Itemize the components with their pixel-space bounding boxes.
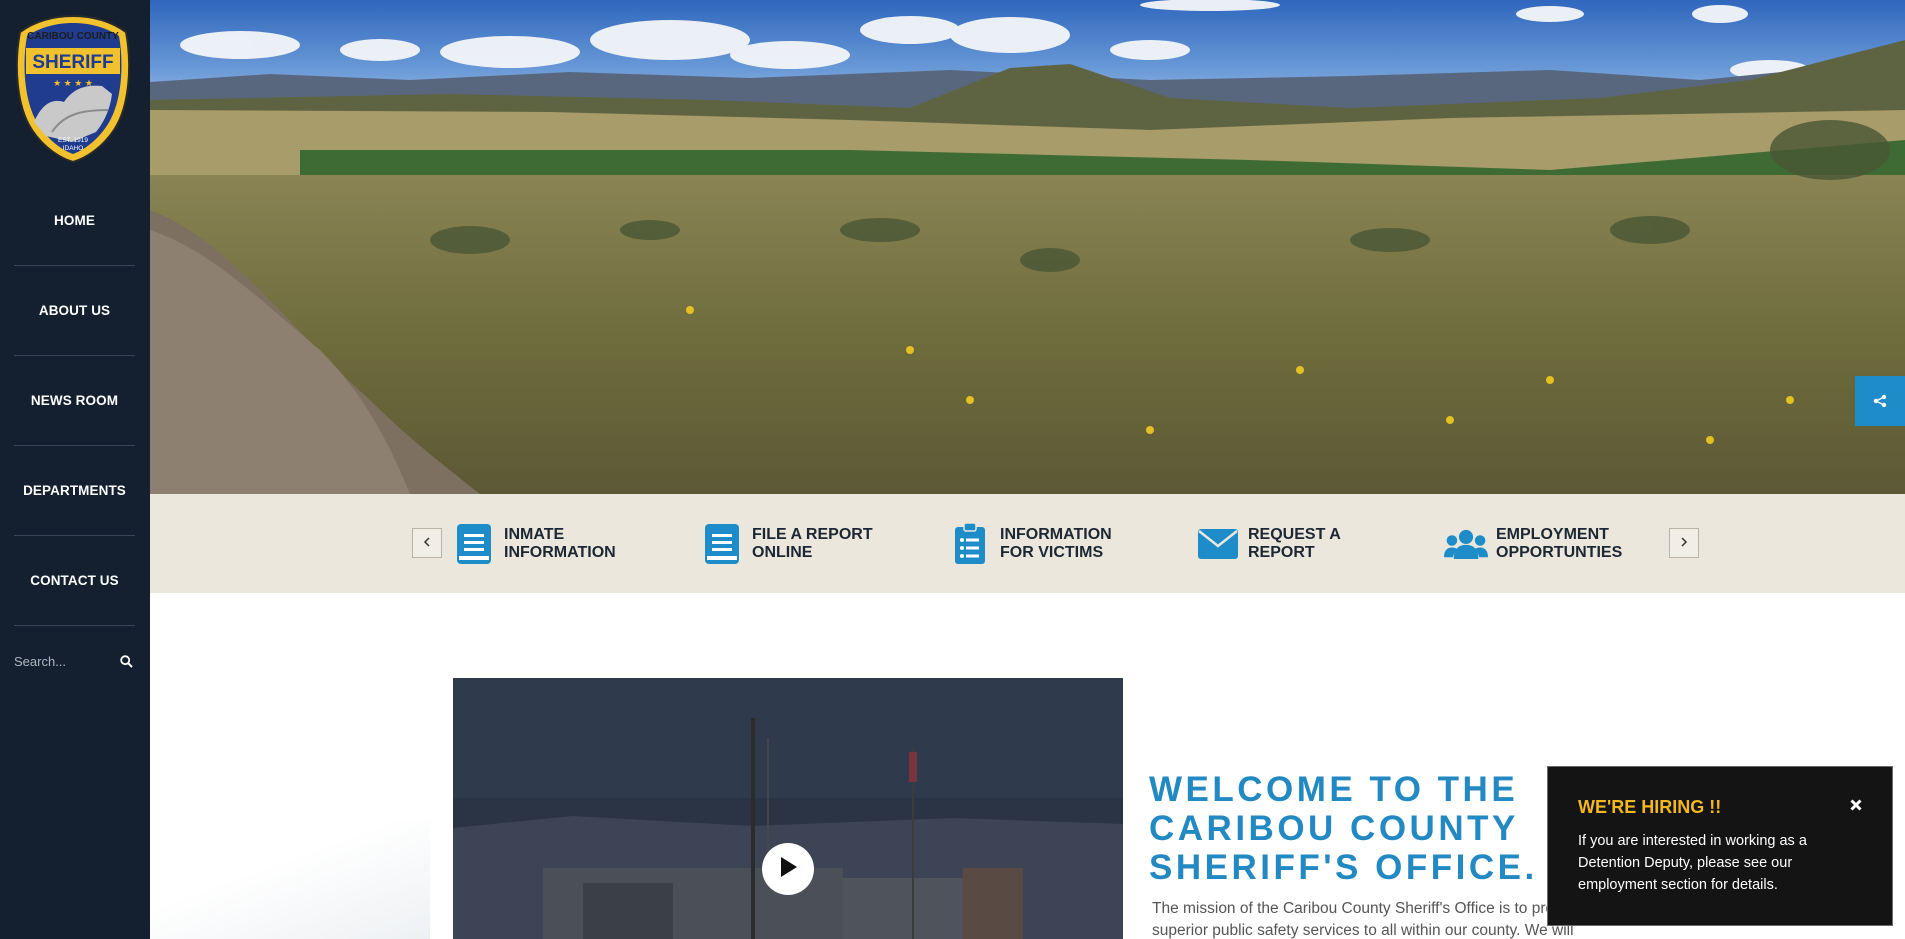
- nav-item-label: ABOUT US: [38, 303, 111, 318]
- hero-banner: [150, 0, 1905, 494]
- quick-link-employment-opportunities[interactable]: EMPLOYMENT OPPORTUNTIES: [1444, 522, 1622, 566]
- document-icon: [452, 522, 496, 566]
- svg-text:SHERIFF: SHERIFF: [32, 52, 113, 73]
- chevron-left-icon: [423, 534, 431, 552]
- play-button[interactable]: [762, 843, 814, 895]
- carousel-prev-button[interactable]: [412, 528, 442, 558]
- quick-link-label: EMPLOYMENT OPPORTUNTIES: [1496, 526, 1623, 561]
- nav-item-news-room[interactable]: NEWS ROOM: [14, 356, 135, 446]
- sidebar: SHERIFF CARIBOU COUNTY ★ ★ ★ ★ EST. 1919…: [0, 0, 150, 939]
- nav-item-label: HOME: [54, 213, 95, 228]
- quick-link-request-report[interactable]: REQUEST A REPORT: [1196, 522, 1341, 566]
- quick-link-information-for-victims[interactable]: INFORMATION FOR VICTIMS: [948, 522, 1112, 566]
- nav-item-about-us[interactable]: ABOUT US: [14, 266, 135, 356]
- svg-text:CARIBOU COUNTY: CARIBOU COUNTY: [27, 31, 119, 42]
- quick-link-file-report-online[interactable]: FILE A REPORT ONLINE: [700, 522, 873, 566]
- background-fade: [150, 820, 430, 939]
- popup-title: WE'RE HIRING !!: [1578, 797, 1722, 817]
- nav-item-label: NEWS ROOM: [30, 393, 119, 408]
- main-nav: HOME ABOUT US NEWS ROOM DEPARTMENTS CONT…: [14, 176, 135, 626]
- svg-text:IDAHO: IDAHO: [63, 145, 84, 152]
- share-icon: [1873, 394, 1887, 408]
- envelope-icon: [1196, 522, 1240, 566]
- hiring-popup: WE'RE HIRING !! If you are interested in…: [1547, 766, 1893, 926]
- welcome-heading: WELCOME TO THE CARIBOU COUNTY SHERIFF'S OF…: [1149, 770, 1538, 887]
- nav-item-contact-us[interactable]: CONTACT US: [14, 536, 135, 626]
- hero-landscape-image: [150, 0, 1905, 494]
- carousel-next-button[interactable]: [1669, 528, 1699, 558]
- nav-item-departments[interactable]: DEPARTMENTS: [14, 446, 135, 536]
- quick-link-label: REQUEST A REPORT: [1248, 526, 1341, 561]
- chevron-right-icon: [1680, 534, 1688, 552]
- document-icon: [700, 522, 744, 566]
- sidebar-search: [14, 645, 135, 677]
- share-button[interactable]: [1855, 376, 1905, 426]
- search-input[interactable]: [14, 653, 106, 669]
- quick-link-label: INFORMATION FOR VICTIMS: [1000, 526, 1112, 561]
- quick-links-carousel: INMATE INFORMATION FILE A REPORT ONLINE IN…: [150, 494, 1905, 593]
- popup-body: If you are interested in working as a De…: [1578, 833, 1807, 893]
- close-icon[interactable]: [1848, 797, 1864, 813]
- sheriff-badge-logo[interactable]: SHERIFF CARIBOU COUNTY ★ ★ ★ ★ EST. 1919…: [12, 14, 134, 164]
- users-icon: [1444, 522, 1488, 566]
- clipboard-list-icon: [948, 522, 992, 566]
- quick-link-label: INMATE INFORMATION: [504, 526, 616, 561]
- quick-link-label: FILE A REPORT ONLINE: [752, 526, 873, 561]
- intro-video[interactable]: [453, 678, 1123, 939]
- quick-link-inmate-information[interactable]: INMATE INFORMATION: [452, 522, 616, 566]
- nav-item-home[interactable]: HOME: [14, 176, 135, 266]
- search-icon[interactable]: [117, 652, 135, 670]
- video-thumbnail-image: [453, 678, 1123, 939]
- nav-item-label: CONTACT US: [30, 573, 119, 588]
- mission-statement: The mission of the Caribou County Sherif…: [1152, 900, 1583, 939]
- nav-item-label: DEPARTMENTS: [23, 483, 126, 498]
- play-icon: [778, 856, 798, 883]
- svg-text:EST. 1919: EST. 1919: [58, 137, 88, 144]
